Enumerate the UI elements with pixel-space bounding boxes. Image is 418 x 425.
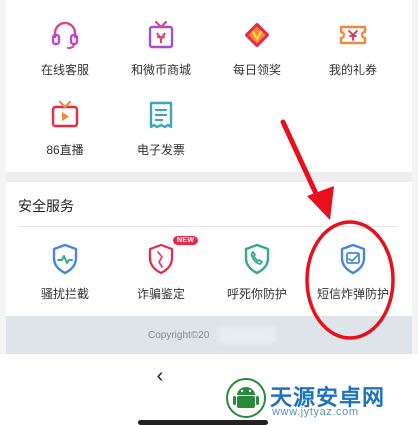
security-services-panel: 安全服务 骚扰拦截 NEW 诈骗鉴定 呼死你防护 短信炸弹防护: [6, 182, 412, 316]
section-title: 安全服务: [18, 198, 74, 214]
service-daily-reward[interactable]: 每日领奖: [207, 18, 307, 78]
service-label: 每日领奖: [232, 63, 281, 77]
security-label: 诈骗鉴定: [136, 287, 185, 301]
security-fraud-check[interactable]: NEW 诈骗鉴定: [111, 236, 211, 302]
invoice-icon: [149, 101, 173, 129]
blurred-region: [218, 326, 276, 344]
tv-live-icon: [51, 100, 79, 128]
security-call-bomb-protection[interactable]: 呼死你防护: [207, 242, 307, 302]
services-panel: 在线客服 和微币商城 每日领奖 我的礼券 86直播 电子发票: [6, 0, 412, 172]
shield-fraud-icon: [148, 243, 174, 275]
service-label: 和微币商城: [130, 63, 191, 77]
service-label: 86直播: [46, 143, 84, 157]
security-label: 骚扰拦截: [40, 287, 89, 301]
service-e-invoice[interactable]: 电子发票: [111, 98, 211, 158]
service-86-live[interactable]: 86直播: [15, 98, 115, 158]
daily-reward-icon: [245, 23, 269, 47]
copyright-footer: Copyright©20: [6, 316, 412, 354]
divider: [18, 226, 398, 227]
android-logo-icon: [226, 378, 266, 418]
service-label: 我的礼券: [328, 63, 377, 77]
copyright-text: Copyright©20: [148, 330, 210, 341]
security-harassment-block[interactable]: 骚扰拦截: [15, 242, 115, 302]
shield-phone-icon: [244, 243, 270, 275]
shield-pulse-icon: [52, 243, 78, 275]
security-label: 短信炸弹防护: [316, 287, 389, 301]
watermark-url: www.jytyaz.com: [272, 406, 359, 418]
service-coin-shop[interactable]: 和微币商城: [111, 18, 211, 78]
shield-sms-icon: [340, 243, 366, 275]
security-label: 呼死你防护: [226, 287, 287, 301]
headset-icon: [51, 21, 79, 49]
service-label: 在线客服: [40, 63, 89, 77]
new-badge: NEW: [173, 236, 199, 245]
security-sms-bomb-protection[interactable]: 短信炸弹防护: [303, 242, 403, 302]
section-gap: [6, 172, 412, 182]
service-online-support[interactable]: 在线客服: [15, 18, 115, 78]
service-label: 电子发票: [136, 143, 185, 157]
back-button[interactable]: ‹: [150, 366, 170, 386]
service-my-coupons[interactable]: 我的礼券: [303, 18, 403, 78]
coupon-icon: [339, 25, 367, 45]
home-indicator[interactable]: [138, 420, 268, 425]
gift-shop-icon: [148, 20, 174, 49]
